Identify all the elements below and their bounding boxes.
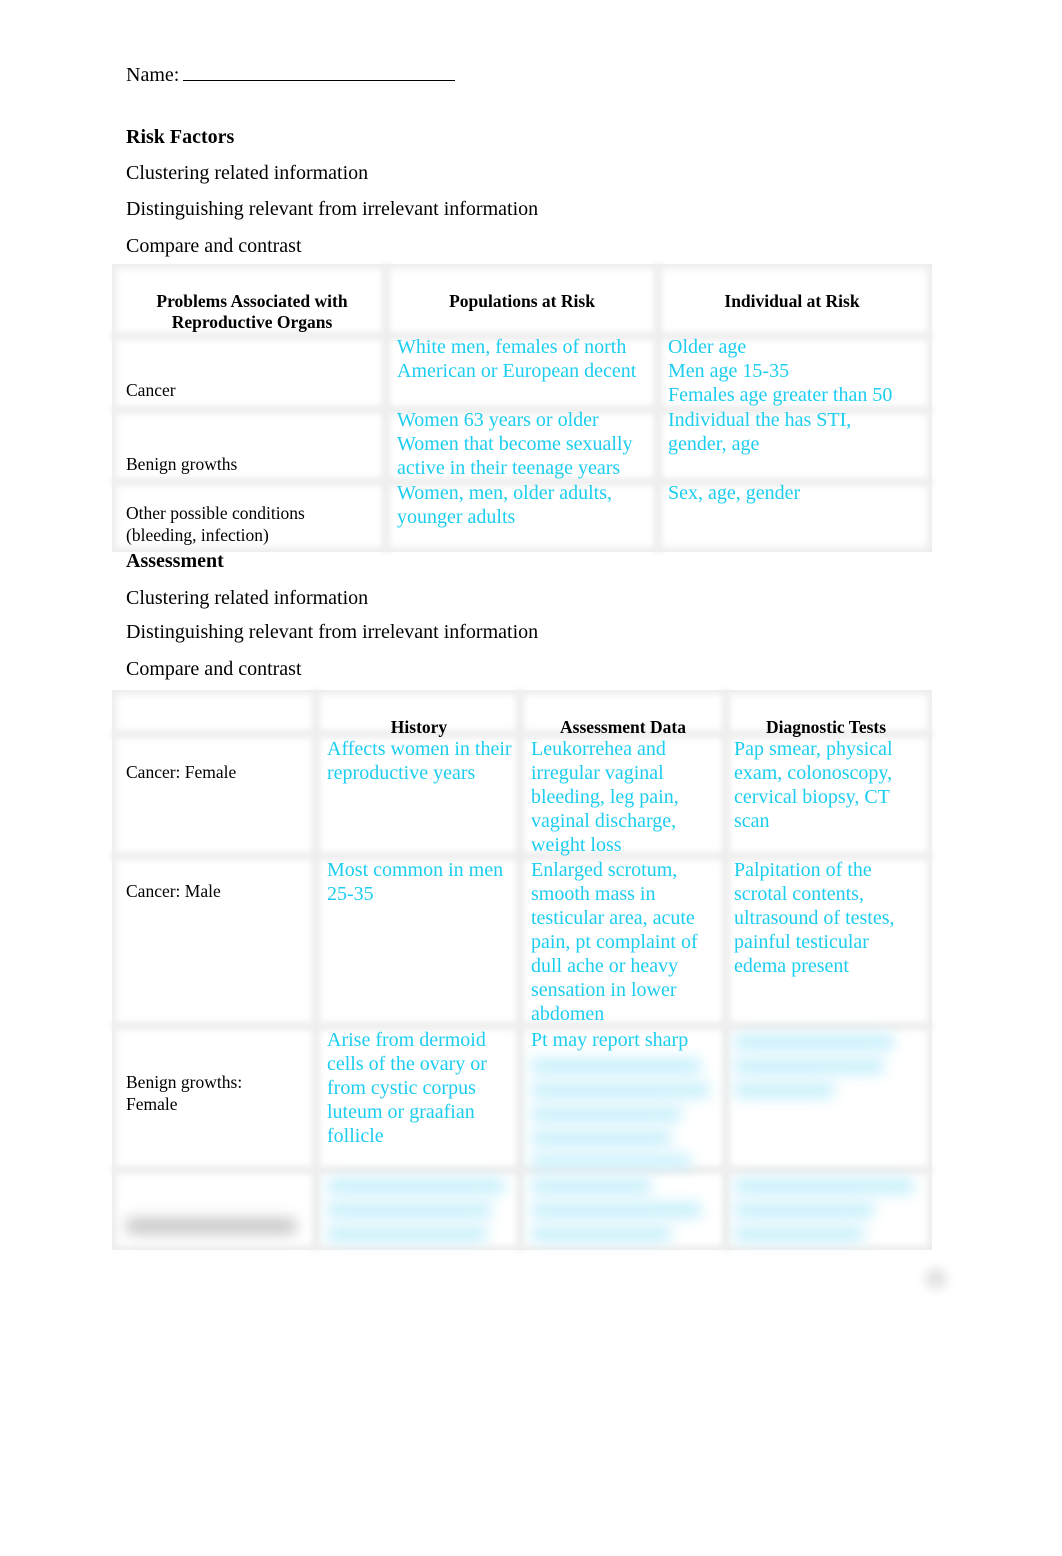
- populations-line: American or European decent: [397, 360, 637, 382]
- obscured-text: [531, 1082, 709, 1098]
- header-individual: Individual at Risk: [724, 291, 860, 311]
- obscured-text: [531, 1178, 651, 1194]
- row-label-benign-female: Benign growths: Female: [126, 1072, 243, 1114]
- obscured-text: [327, 1226, 487, 1242]
- risk-factors-table: Problems Associated with Reproductive Or…: [112, 264, 932, 552]
- obscured-text: [734, 1034, 894, 1050]
- header-history: History: [390, 717, 448, 737]
- assessment-data-cell: Pt may report sharp: [531, 1029, 689, 1051]
- populations-line: younger adults: [397, 506, 516, 528]
- obscured-text: [327, 1178, 505, 1194]
- table-gridline: [112, 1022, 932, 1030]
- table-gridline: [112, 1166, 932, 1174]
- obscured-text: [531, 1058, 701, 1074]
- history-cell: Most common in men 25-35: [327, 859, 504, 905]
- populations-line: White men, females of north: [397, 336, 627, 358]
- header-assessment-data: Assessment Data: [560, 717, 686, 737]
- individual-line: Sex, age, gender: [668, 482, 801, 504]
- assessment-bullet: Distinguishing relevant from irrelevant …: [126, 621, 539, 643]
- header-problems: Problems Associated with Reproductive Or…: [156, 291, 348, 332]
- risk-bullet: Compare and contrast: [126, 235, 302, 257]
- individual-line: Females age greater than 50: [668, 384, 893, 406]
- row-label-cancer-male: Cancer: Male: [126, 881, 221, 901]
- individual-line: Men age 15-35: [668, 360, 790, 382]
- obscured-text: [531, 1154, 691, 1168]
- history-cell: Arise from dermoid cells of the ovary or…: [327, 1029, 487, 1147]
- name-label: Name:: [126, 64, 180, 86]
- obscured-text: [734, 1058, 884, 1074]
- header-populations: Populations at Risk: [449, 291, 595, 311]
- obscured-text: [531, 1106, 681, 1122]
- populations-cell: White men, females of north American or …: [397, 335, 659, 383]
- name-field-row: Name:: [126, 62, 456, 87]
- individual-line: Individual the has STI,: [668, 409, 852, 431]
- populations-cell: Women 63 years or older Women that becom…: [397, 408, 659, 480]
- individual-cell: Individual the has STI, gender, age: [668, 408, 930, 456]
- populations-cell: Women, men, older adults, younger adults: [397, 481, 659, 529]
- obscured-text: [734, 1226, 864, 1242]
- name-blank-line[interactable]: [183, 62, 456, 81]
- obscured-text: [531, 1202, 701, 1218]
- obscured-text: [734, 1082, 834, 1098]
- risk-factors-heading: Risk Factors: [126, 126, 235, 148]
- header-diagnostic-tests: Diagnostic Tests: [765, 717, 887, 737]
- assessment-bullet: Compare and contrast: [126, 658, 302, 680]
- page-number-marker: [925, 1268, 947, 1290]
- assessment-table: History Assessment Data Diagnostic Tests…: [112, 690, 932, 1250]
- diagnostic-tests-cell: Palpitation of the scrotal contents, ult…: [734, 859, 895, 977]
- row-label-other: Other possible conditions (bleeding, inf…: [126, 503, 305, 545]
- row-label-cancer: Cancer: [126, 380, 176, 400]
- populations-line: Women, men, older adults,: [397, 482, 613, 504]
- obscured-row-label: [126, 1218, 296, 1234]
- assessment-bullet: Clustering related information: [126, 587, 369, 609]
- obscured-text: [734, 1178, 914, 1194]
- individual-cell: Sex, age, gender: [668, 481, 930, 505]
- populations-line: Women 63 years or older: [397, 409, 599, 431]
- assessment-data-cell: Enlarged scrotum, smooth mass in testicu…: [531, 859, 698, 1025]
- assessment-data-cell: Leukorrehea and irregular vaginal bleedi…: [531, 738, 679, 856]
- row-label-cancer-female: Cancer: Female: [126, 762, 237, 782]
- individual-line: Older age: [668, 336, 747, 358]
- history-cell: Affects women in their reproductive year…: [327, 738, 512, 784]
- obscured-text: [531, 1130, 671, 1146]
- obscured-text: [734, 1202, 874, 1218]
- diagnostic-tests-cell: Pap smear, physical exam, colonoscopy, c…: [734, 738, 893, 832]
- risk-bullet: Distinguishing relevant from irrelevant …: [126, 198, 539, 220]
- populations-line: active in their teenage years: [397, 457, 621, 479]
- row-label-benign: Benign growths: [126, 454, 238, 474]
- obscured-text: [531, 1226, 671, 1242]
- assessment-heading: Assessment: [126, 550, 224, 572]
- risk-bullet: Clustering related information: [126, 162, 369, 184]
- obscured-text: [327, 1202, 492, 1218]
- individual-cell: Older age Men age 15-35 Females age grea…: [668, 335, 930, 407]
- individual-line: gender, age: [668, 433, 760, 455]
- populations-line: Women that become sexually: [397, 433, 633, 455]
